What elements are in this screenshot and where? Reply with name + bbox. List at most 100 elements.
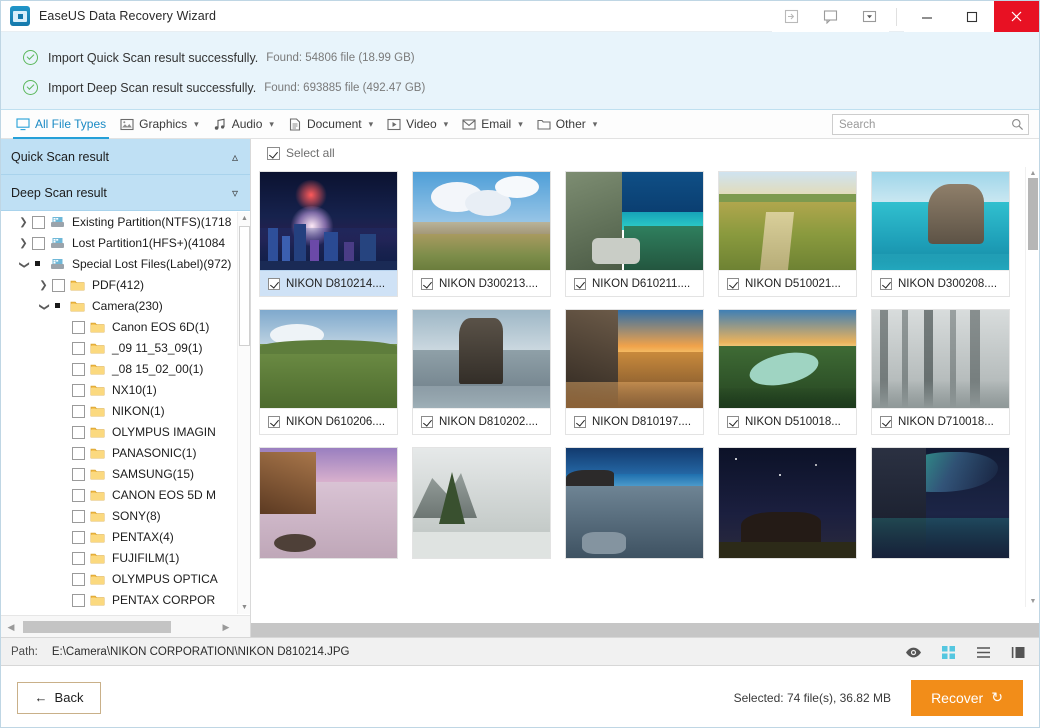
file-thumbnail[interactable] bbox=[260, 310, 397, 408]
file-thumbnail[interactable] bbox=[566, 172, 703, 270]
quick-scan-result-header[interactable]: Quick Scan result ▵ bbox=[1, 139, 250, 175]
file-card[interactable]: NIKON D610206.... bbox=[259, 309, 398, 435]
list-view-icon[interactable] bbox=[975, 644, 992, 661]
file-checkbox[interactable] bbox=[574, 278, 586, 290]
tree-item-checkbox[interactable] bbox=[72, 468, 85, 481]
file-checkbox[interactable] bbox=[421, 278, 433, 290]
file-card-footer[interactable]: NIKON D300213.... bbox=[413, 270, 550, 296]
chevron-down-icon[interactable]: ▾ bbox=[593, 120, 598, 129]
tab-all-file-types[interactable]: All File Types bbox=[9, 110, 113, 139]
chevron-down-icon[interactable]: ▾ bbox=[444, 120, 449, 129]
tree-item[interactable]: _09 11_53_09(1) bbox=[1, 338, 250, 359]
file-card[interactable] bbox=[259, 447, 398, 559]
tree-item[interactable]: OLYMPUS OPTICA bbox=[1, 569, 250, 590]
chevron-down-icon[interactable]: ❯ bbox=[39, 298, 49, 315]
file-card-footer[interactable]: NIKON D300208.... bbox=[872, 270, 1009, 296]
tree-item-checkbox[interactable] bbox=[32, 237, 45, 250]
detail-pane-icon[interactable] bbox=[1010, 644, 1027, 661]
file-card[interactable]: NIKON D610211.... bbox=[565, 171, 704, 297]
recover-button[interactable]: Recover ↻ bbox=[911, 680, 1023, 716]
tree-item-checkbox[interactable] bbox=[32, 216, 45, 229]
chevron-right-icon[interactable]: ❯ bbox=[15, 218, 32, 228]
search-input[interactable] bbox=[833, 119, 1006, 131]
file-thumbnail[interactable] bbox=[719, 310, 856, 408]
export-icon[interactable] bbox=[772, 1, 811, 32]
tree-item-checkbox[interactable] bbox=[52, 300, 65, 313]
preview-eye-icon[interactable] bbox=[905, 644, 922, 661]
file-card-footer[interactable]: NIKON D810214.... bbox=[260, 270, 397, 296]
tree-item-checkbox[interactable] bbox=[72, 363, 85, 376]
tree-item-checkbox[interactable] bbox=[72, 447, 85, 460]
tree-hscroll-thumb[interactable] bbox=[23, 621, 171, 633]
grid-vertical-scrollbar[interactable]: ▲ ▼ bbox=[1025, 167, 1039, 607]
search-icon[interactable] bbox=[1006, 118, 1028, 131]
tree-item[interactable]: OLYMPUS IMAGIN bbox=[1, 422, 250, 443]
tree-item[interactable]: ❯Existing Partition(NTFS)(1718 bbox=[1, 212, 250, 233]
tree-item[interactable]: SONY(8) bbox=[1, 506, 250, 527]
chevron-right-icon[interactable]: ❯ bbox=[15, 239, 32, 249]
tab-audio[interactable]: Audio ▾ bbox=[206, 110, 281, 139]
file-card[interactable]: NIKON D810202.... bbox=[412, 309, 551, 435]
chevron-down-icon[interactable]: ▾ bbox=[518, 120, 523, 129]
file-card[interactable]: NIKON D510021... bbox=[718, 171, 857, 297]
grid-scroll-thumb[interactable] bbox=[1028, 178, 1038, 250]
file-checkbox[interactable] bbox=[880, 278, 892, 290]
scroll-down-arrow-icon[interactable]: ▼ bbox=[238, 601, 251, 614]
file-thumbnail[interactable] bbox=[413, 448, 550, 558]
select-all-checkbox[interactable] bbox=[267, 147, 280, 160]
file-thumbnail[interactable] bbox=[413, 310, 550, 408]
file-thumbnail[interactable] bbox=[413, 172, 550, 270]
file-card[interactable]: NIKON D810197.... bbox=[565, 309, 704, 435]
file-card-footer[interactable]: NIKON D610206.... bbox=[260, 408, 397, 434]
chevron-right-icon[interactable]: ❯ bbox=[35, 281, 52, 291]
file-thumbnail[interactable] bbox=[872, 172, 1009, 270]
select-all-bar[interactable]: Select all bbox=[251, 139, 1039, 167]
tree-item[interactable]: ❯Special Lost Files(Label)(972) bbox=[1, 254, 250, 275]
tree-scroll-area[interactable]: ❯Existing Partition(NTFS)(1718❯Lost Part… bbox=[1, 212, 250, 614]
tree-item-checkbox[interactable] bbox=[72, 531, 85, 544]
search-box[interactable] bbox=[832, 114, 1029, 135]
file-card[interactable]: NIKON D710018... bbox=[871, 309, 1010, 435]
tree-item-checkbox[interactable] bbox=[72, 552, 85, 565]
tree-item-checkbox[interactable] bbox=[72, 426, 85, 439]
chevron-down-icon[interactable]: ▿ bbox=[232, 186, 238, 200]
scroll-left-arrow-icon[interactable]: ◀ bbox=[1, 616, 21, 638]
file-thumbnail[interactable] bbox=[872, 448, 1009, 558]
close-button[interactable] bbox=[994, 1, 1039, 32]
tree-scroll-thumb[interactable] bbox=[239, 226, 250, 346]
scroll-down-arrow-icon[interactable]: ▼ bbox=[1026, 595, 1040, 607]
tab-document[interactable]: Document ▾ bbox=[281, 110, 380, 139]
tree-item-checkbox[interactable] bbox=[72, 489, 85, 502]
scroll-right-arrow-icon[interactable]: ▶ bbox=[216, 616, 236, 638]
tree-item[interactable]: PENTAX(4) bbox=[1, 527, 250, 548]
feedback-icon[interactable] bbox=[811, 1, 850, 32]
tree-item-checkbox[interactable] bbox=[72, 405, 85, 418]
tree-item[interactable]: PENTAX CORPOR bbox=[1, 590, 250, 611]
file-card-footer[interactable]: NIKON D610211.... bbox=[566, 270, 703, 296]
tree-item[interactable]: NIKON(1) bbox=[1, 401, 250, 422]
file-card-footer[interactable]: NIKON D510018... bbox=[719, 408, 856, 434]
grid-horizontal-scrollbar[interactable] bbox=[251, 623, 1039, 637]
file-thumbnail[interactable] bbox=[260, 448, 397, 558]
file-card[interactable]: NIKON D810214.... bbox=[259, 171, 398, 297]
tree-item-checkbox[interactable] bbox=[72, 384, 85, 397]
file-checkbox[interactable] bbox=[421, 416, 433, 428]
chevron-up-icon[interactable]: ▵ bbox=[232, 150, 238, 164]
file-card[interactable] bbox=[412, 447, 551, 559]
back-button[interactable]: ← Back bbox=[17, 682, 101, 714]
tree-item-checkbox[interactable] bbox=[72, 573, 85, 586]
chevron-down-icon[interactable]: ❯ bbox=[19, 256, 29, 273]
file-checkbox[interactable] bbox=[727, 416, 739, 428]
file-thumbnail[interactable] bbox=[719, 172, 856, 270]
chevron-down-icon[interactable]: ▾ bbox=[194, 120, 199, 129]
file-thumbnail[interactable] bbox=[566, 448, 703, 558]
file-checkbox[interactable] bbox=[268, 416, 280, 428]
tree-item[interactable]: NX10(1) bbox=[1, 380, 250, 401]
file-card-footer[interactable]: NIKON D510021... bbox=[719, 270, 856, 296]
dropdown-icon[interactable] bbox=[850, 1, 889, 32]
file-card[interactable]: NIKON D300208.... bbox=[871, 171, 1010, 297]
tree-item[interactable]: CANON EOS 5D M bbox=[1, 485, 250, 506]
tree-item-checkbox[interactable] bbox=[72, 510, 85, 523]
file-card[interactable] bbox=[565, 447, 704, 559]
tree-item-checkbox[interactable] bbox=[72, 321, 85, 334]
